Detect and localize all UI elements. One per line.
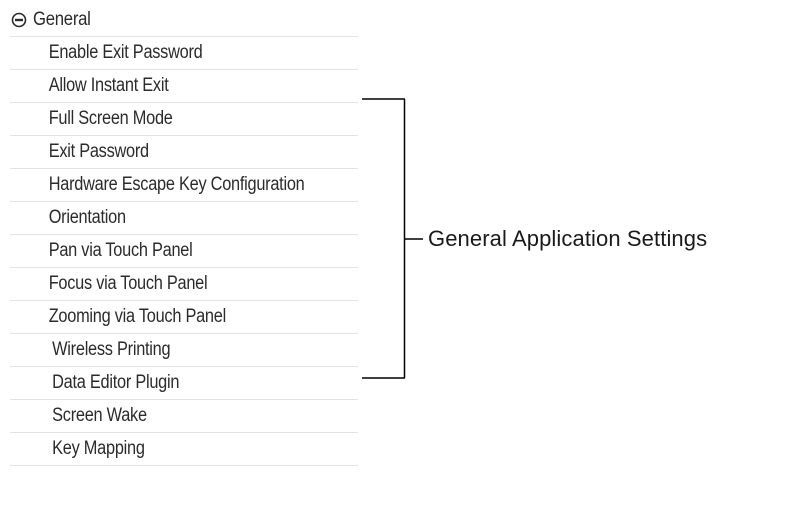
tree-item-label: Screen Wake: [52, 405, 147, 426]
tree-item-label: Allow Instant Exit: [48, 75, 169, 96]
tree-item-label: Key Mapping: [52, 438, 145, 459]
settings-tree: General Enable Exit Password Allow Insta…: [10, 4, 358, 466]
tree-item-label: Wireless Printing: [52, 339, 171, 360]
tree-item-full-screen-mode[interactable]: Full Screen Mode: [10, 103, 358, 136]
tree-item-hardware-escape-key-configuration[interactable]: Hardware Escape Key Configuration: [10, 169, 358, 202]
tree-item-screen-wake[interactable]: Screen Wake: [10, 400, 358, 433]
tree-item-label: Full Screen Mode: [48, 108, 173, 129]
tree-item-label: Zooming via Touch Panel: [48, 306, 227, 327]
tree-item-label: Enable Exit Password: [48, 42, 203, 63]
tree-item-pan-via-touch-panel[interactable]: Pan via Touch Panel: [10, 235, 358, 268]
group-general-label: General: [33, 9, 91, 30]
tree-item-label: Hardware Escape Key Configuration: [48, 174, 305, 195]
callout-label: General Application Settings: [428, 226, 708, 251]
tree-item-data-editor-plugin[interactable]: Data Editor Plugin: [10, 367, 358, 400]
tree-item-label: Pan via Touch Panel: [48, 240, 193, 261]
group-general-header[interactable]: General: [10, 4, 358, 37]
tree-item-zooming-via-touch-panel[interactable]: Zooming via Touch Panel: [10, 301, 358, 334]
tree-item-label: Data Editor Plugin: [52, 372, 180, 393]
collapse-circle-icon[interactable]: [11, 12, 27, 28]
tree-item-enable-exit-password[interactable]: Enable Exit Password: [10, 37, 358, 70]
tree-item-key-mapping[interactable]: Key Mapping: [10, 433, 358, 466]
tree-item-focus-via-touch-panel[interactable]: Focus via Touch Panel: [10, 268, 358, 301]
tree-item-wireless-printing[interactable]: Wireless Printing: [10, 334, 358, 367]
tree-item-exit-password[interactable]: Exit Password: [10, 136, 358, 169]
tree-item-label: Orientation: [48, 207, 126, 228]
tree-item-label: Exit Password: [48, 141, 149, 162]
tree-item-allow-instant-exit[interactable]: Allow Instant Exit: [10, 70, 358, 103]
tree-item-label: Focus via Touch Panel: [48, 273, 208, 294]
tree-item-orientation[interactable]: Orientation: [10, 202, 358, 235]
